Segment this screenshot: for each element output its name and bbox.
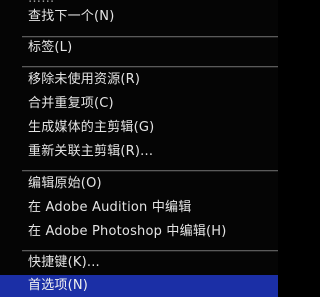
menu-separator [22,66,278,68]
menu-separator [22,170,278,172]
menu-item-relink-master-clip[interactable]: 重新关联主剪辑(R)... [0,141,278,163]
menu-item-label[interactable]: 标签(L) [0,37,278,59]
context-menu: …… 查找下一个(N) 标签(L) 移除未使用资源(R) 合并重复项(C) 生成… [0,0,278,297]
menu-item-find-next[interactable]: 查找下一个(N) [0,6,278,28]
menu-item-generate-master-clip[interactable]: 生成媒体的主剪辑(G) [0,117,278,139]
menu-item-keyboard-shortcuts[interactable]: 快捷键(K)... [0,252,278,274]
menu-item-edit-original[interactable]: 编辑原始(O) [0,173,278,195]
menu-item-edit-in-audition[interactable]: 在 Adobe Audition 中编辑 [0,197,278,219]
menu-item-preferences[interactable]: 首选项(N) [0,275,278,297]
menu-item-consolidate-duplicates[interactable]: 合并重复项(C) [0,93,278,115]
menu-item-edit-in-photoshop[interactable]: 在 Adobe Photoshop 中编辑(H) [0,221,278,243]
menu-item-remove-unused[interactable]: 移除未使用资源(R) [0,69,278,91]
